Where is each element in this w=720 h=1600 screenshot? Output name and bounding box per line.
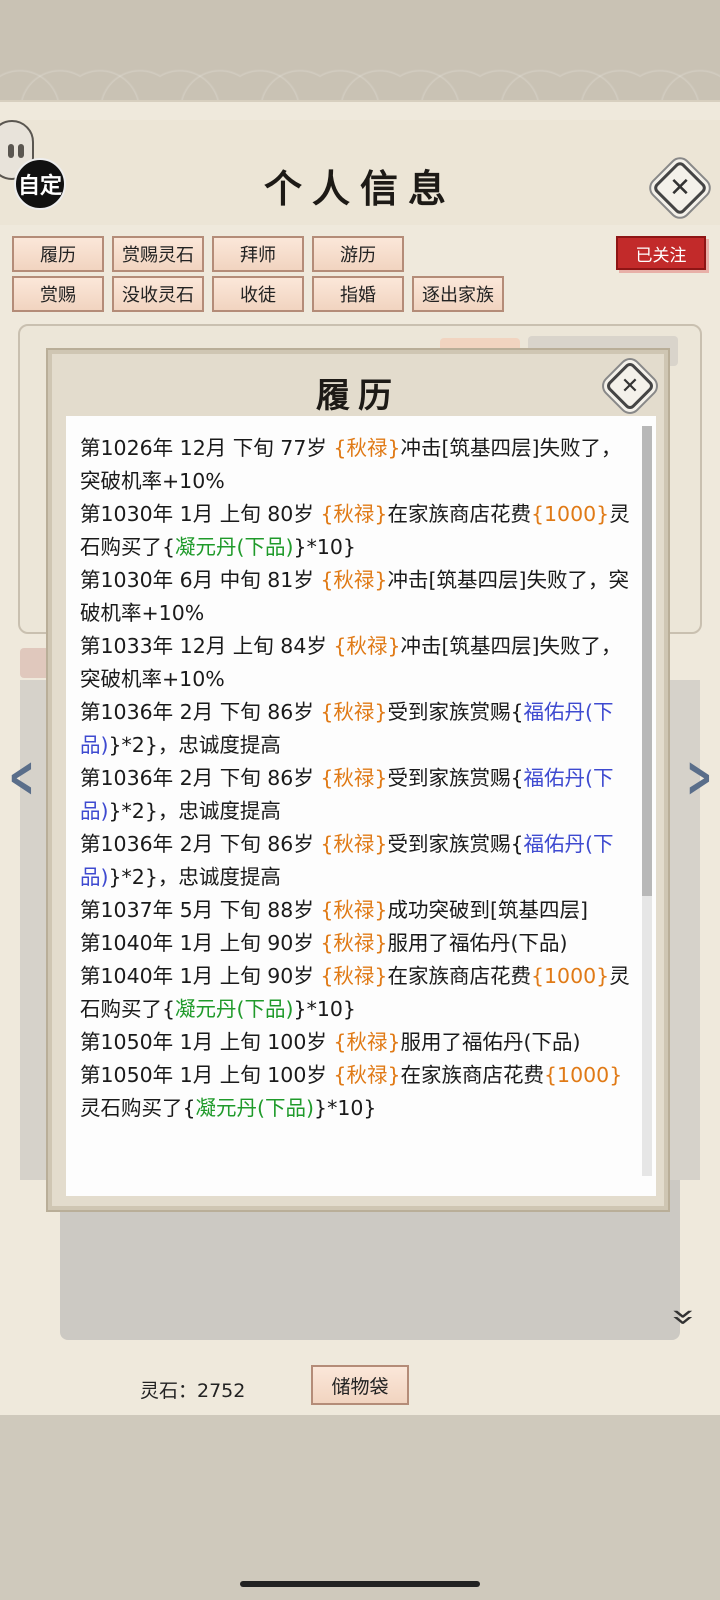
dialog-title: 履历: [316, 376, 400, 416]
entry-text: 灵石购买了{: [80, 1096, 196, 1120]
history-entry: 第1026年 12月 下旬 77岁 {秋禄}冲击[筑基四层]失败了，突破机率+1…: [80, 432, 632, 498]
highlighted-text: {秋禄}: [333, 1030, 401, 1054]
history-entry: 第1036年 2月 下旬 86岁 {秋禄}受到家族赏赐{福佑丹(下品)}*2}，…: [80, 762, 632, 828]
history-log[interactable]: 第1026年 12月 下旬 77岁 {秋禄}冲击[筑基四层]失败了，突破机率+1…: [66, 416, 656, 1196]
highlighted-text: {秋禄}: [320, 931, 388, 955]
entry-text: 第1040年 1月 上旬 90岁: [80, 964, 321, 988]
close-icon: ✕: [669, 173, 691, 203]
entry-text: 受到家族赏赐{: [387, 766, 524, 790]
history-dialog: 履历 ✕ 第1026年 12月 下旬 77岁 {秋禄}冲击[筑基四层]失败了，突…: [48, 350, 668, 1210]
entry-text: }*2}，忠诚度提高: [108, 865, 281, 889]
history-entry: 第1033年 12月 上旬 84岁 {秋禄}冲击[筑基四层]失败了，突破机率+1…: [80, 630, 632, 696]
top-decor-band: [0, 0, 720, 100]
action-tabs-row-1: 履历 赏赐灵石 拜师 游历: [12, 236, 404, 272]
highlighted-text: 凝元丹(下品): [175, 535, 294, 559]
entry-text: 受到家族赏赐{: [387, 700, 524, 724]
entry-text: }*10}: [293, 535, 356, 559]
double-chevron-down-icon[interactable]: »: [659, 1308, 708, 1326]
history-entry: 第1040年 1月 上旬 90岁 {秋禄}在家族商店花费{1000}灵石购买了{…: [80, 960, 632, 1026]
entry-text: 成功突破到[筑基四层]: [387, 898, 588, 922]
entry-text: 在家族商店花费: [400, 1063, 545, 1087]
highlighted-text: {秋禄}: [333, 436, 401, 460]
entry-text: }*10}: [314, 1096, 377, 1120]
history-entry: 第1036年 2月 下旬 86岁 {秋禄}受到家族赏赐{福佑丹(下品)}*2}，…: [80, 828, 632, 894]
tab-button[interactable]: 没收灵石: [112, 276, 204, 312]
entry-text: 服用了福佑丹(下品): [387, 931, 568, 955]
entry-text: 在家族商店花费: [387, 502, 531, 526]
tab-button[interactable]: 收徒: [212, 276, 304, 312]
entry-text: 第1037年 5月 下旬 88岁: [80, 898, 321, 922]
entry-text: 第1033年 12月 上旬 84岁: [80, 634, 334, 658]
tab-button[interactable]: 赏赐灵石: [112, 236, 204, 272]
tab-button[interactable]: 逐出家族: [412, 276, 504, 312]
history-entry: 第1050年 1月 上旬 100岁 {秋禄}在家族商店花费{1000} 灵石购买了…: [80, 1059, 632, 1125]
chevron-left-icon[interactable]: <: [9, 745, 35, 810]
entry-text: 第1036年 2月 下旬 86岁: [80, 700, 321, 724]
highlighted-text: {秋禄}: [320, 502, 388, 526]
close-icon: ✕: [620, 373, 640, 399]
highlighted-text: 凝元丹(下品): [195, 1096, 315, 1120]
history-entry: 第1040年 1月 上旬 90岁 {秋禄}服用了福佑丹(下品): [80, 927, 632, 960]
entry-text: }*10}: [293, 997, 356, 1021]
storage-bag-button[interactable]: 储物袋: [311, 1365, 409, 1405]
highlighted-text: {1000}: [544, 1063, 623, 1087]
spirit-stone-count: 灵石：2752: [140, 1380, 246, 1402]
entry-text: 第1050年 1月 上旬 100岁: [80, 1030, 334, 1054]
action-tabs-row-2: 赏赐 没收灵石 收徒 指婚 逐出家族: [12, 276, 504, 312]
entry-text: 第1040年 1月 上旬 90岁: [80, 931, 321, 955]
entry-text: 第1030年 6月 中旬 81岁: [80, 568, 321, 592]
highlighted-text: {秋禄}: [320, 964, 388, 988]
entry-text: 第1050年 1月 上旬 100岁: [80, 1063, 334, 1087]
page-title: 个人信息: [263, 166, 456, 211]
highlighted-text: {秋禄}: [333, 634, 401, 658]
history-entry: 第1030年 1月 上旬 80岁 {秋禄}在家族商店花费{1000}灵石购买了{…: [80, 498, 632, 564]
home-indicator: [240, 1581, 480, 1587]
highlighted-text: {秋禄}: [320, 766, 388, 790]
highlighted-text: {秋禄}: [320, 700, 388, 724]
history-entries: 第1026年 12月 下旬 77岁 {秋禄}冲击[筑基四层]失败了，突破机率+1…: [66, 416, 656, 1125]
highlighted-text: {1000}: [530, 502, 610, 526]
tab-button[interactable]: 指婚: [312, 276, 404, 312]
highlighted-text: {秋禄}: [320, 898, 388, 922]
entry-text: }*2}，忠诚度提高: [108, 799, 281, 823]
followed-badge[interactable]: 已关注: [616, 236, 706, 270]
scrollbar[interactable]: [642, 426, 652, 1176]
scrollbar-thumb[interactable]: [642, 426, 652, 896]
entry-text: 受到家族赏赐{: [387, 832, 524, 856]
tab-button[interactable]: 拜师: [212, 236, 304, 272]
highlighted-text: {秋禄}: [320, 832, 388, 856]
entry-text: }*2}，忠诚度提高: [108, 733, 281, 757]
highlighted-text: {秋禄}: [320, 568, 388, 592]
highlighted-text: {1000}: [530, 964, 610, 988]
entry-text: 第1026年 12月 下旬 77岁: [80, 436, 334, 460]
history-entry: 第1036年 2月 下旬 86岁 {秋禄}受到家族赏赐{福佑丹(下品)}*2}，…: [80, 696, 632, 762]
entry-text: 第1036年 2月 下旬 86岁: [80, 766, 321, 790]
highlighted-text: 凝元丹(下品): [175, 997, 294, 1021]
tab-button[interactable]: 赏赐: [12, 276, 104, 312]
tab-button[interactable]: 游历: [312, 236, 404, 272]
entry-text: 在家族商店花费: [387, 964, 531, 988]
history-entry: 第1037年 5月 下旬 88岁 {秋禄}成功突破到[筑基四层]: [80, 894, 632, 927]
entry-text: 服用了福佑丹(下品): [400, 1030, 581, 1054]
history-entry: 第1030年 6月 中旬 81岁 {秋禄}冲击[筑基四层]失败了，突破机率+10…: [80, 564, 632, 630]
highlighted-text: {秋禄}: [333, 1063, 401, 1087]
entry-text: 第1036年 2月 下旬 86岁: [80, 832, 321, 856]
chevron-right-icon[interactable]: >: [687, 745, 713, 810]
history-entry: 第1050年 1月 上旬 100岁 {秋禄}服用了福佑丹(下品): [80, 1026, 632, 1059]
entry-text: 第1030年 1月 上旬 80岁: [80, 502, 321, 526]
tab-button[interactable]: 履历: [12, 236, 104, 272]
